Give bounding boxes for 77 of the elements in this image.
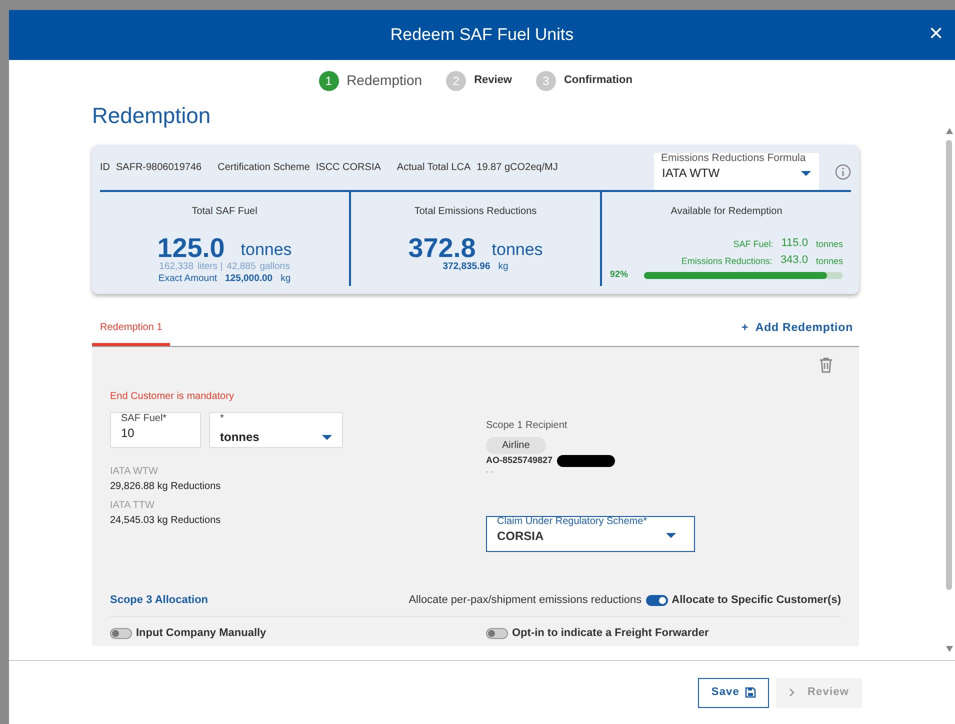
scheme-value: ISCC CORSIA	[316, 161, 381, 176]
chevron-right-icon	[789, 688, 796, 697]
gallons-unit: gallons	[260, 262, 290, 272]
recipient-tag: Airline	[486, 437, 546, 454]
exact-unit: kg	[280, 272, 291, 286]
fuel-label: SAF Fuel:	[733, 238, 774, 252]
trash-icon[interactable]	[819, 357, 833, 374]
result-value: 24,545.03 kg Reductions	[110, 514, 222, 528]
unit-dropdown[interactable]: * tonnes	[209, 412, 343, 448]
field-label: *	[220, 414, 224, 424]
save-button[interactable]: Save	[698, 678, 770, 708]
allocation-option-label: Allocate per-pax/shipment emissions reductions	[408, 592, 642, 608]
fuel-unit: tonnes	[816, 238, 843, 252]
field-label: Emissions Reductions Formula	[660, 153, 807, 164]
add-redemption-button[interactable]: + Add Redemption	[736, 319, 859, 338]
step-number: 1	[318, 70, 339, 90]
field-value: 10	[121, 425, 136, 442]
emissions-value: 343.0	[780, 252, 808, 268]
toggle-switch[interactable]	[646, 594, 668, 606]
recipient-note: - -	[486, 468, 495, 476]
toggle-switch[interactable]	[110, 628, 132, 640]
regulatory-scheme-dropdown[interactable]: Claim Under Regulatory Scheme* CORSIA	[486, 516, 695, 552]
lca-label: Actual Total LCA	[396, 161, 471, 176]
liters-value: 162,338	[159, 262, 194, 272]
percent-label: 92%	[610, 268, 628, 282]
emissions-unit: tonnes	[816, 254, 843, 268]
saf-fuel-field[interactable]: SAF Fuel* 10	[110, 412, 201, 448]
toggle-label: Input Company Manually	[136, 626, 266, 642]
toggle-switch[interactable]	[486, 628, 508, 640]
id-value: SAFR-9806019746	[116, 161, 202, 176]
close-button[interactable]: ×	[924, 22, 947, 46]
recipient-id: AO-8525749827	[486, 454, 553, 468]
scrollbar-thumb[interactable]	[946, 140, 952, 590]
emissions-unit: tonnes	[492, 238, 543, 261]
lca-value: 19.87 gCO2eq/MJ	[476, 161, 558, 176]
step-label: Redemption	[346, 71, 422, 90]
kg-value: 372,835.96	[442, 262, 490, 272]
fuel-unit: tonnes	[240, 238, 292, 261]
scheme-label: Certification Scheme	[218, 161, 310, 176]
fuel-value: 115.0	[781, 236, 808, 252]
field-label: Claim Under Regulatory Scheme*	[496, 516, 648, 527]
exact-value: 125,000.00	[225, 272, 273, 286]
emissions-amount: 372.8	[408, 235, 476, 262]
field-value: CORSIA	[497, 528, 544, 545]
column-title: Total Emissions Reductions	[413, 205, 538, 220]
scope3-heading: Scope 3 Allocation	[110, 592, 208, 608]
emissions-label: Emissions Reductions:	[681, 254, 772, 268]
step-label: Confirmation	[564, 73, 632, 88]
formula-dropdown[interactable]: Emissions Reductions Formula IATA WTW	[654, 153, 819, 190]
step-label: Review	[474, 73, 512, 88]
error-message: End Customer is mandatory	[110, 390, 235, 404]
column-title: Available for Redemption	[670, 205, 784, 220]
recipient-label: Scope 1 Recipient	[486, 419, 568, 434]
column-title: Total SAF Fuel	[190, 205, 258, 220]
gallons-value: 42,885	[226, 262, 256, 272]
exact-label: Exact Amount	[158, 272, 218, 286]
caret-icon	[801, 170, 811, 176]
section-heading: Redemption	[92, 103, 212, 130]
dialog-title: Redeem SAF Fuel Units	[390, 24, 574, 46]
scroll-up-icon[interactable]	[946, 128, 952, 134]
redaction-mark	[556, 455, 615, 468]
scroll-down-icon[interactable]	[946, 646, 952, 652]
field-value: tonnes	[220, 429, 260, 446]
result-label: IATA TTW	[110, 499, 156, 514]
allocation-option-label: Allocate to Specific Customer(s)	[672, 592, 841, 608]
toggle-label: Opt-in to indicate a Freight Forwarder	[512, 626, 709, 642]
result-label: IATA WTW	[110, 465, 159, 480]
result-value: 29,826.88 kg Reductions	[110, 480, 222, 494]
id-label: ID	[100, 161, 110, 176]
field-value: IATA WTW	[662, 165, 720, 182]
liters-unit: liters |	[198, 262, 223, 272]
caret-icon	[666, 533, 676, 538]
fuel-amount: 125.0	[157, 235, 225, 262]
caret-icon	[322, 434, 332, 440]
info-icon[interactable]	[835, 164, 851, 180]
field-label: SAF Fuel*	[121, 414, 167, 424]
kg-unit: kg	[498, 262, 508, 272]
